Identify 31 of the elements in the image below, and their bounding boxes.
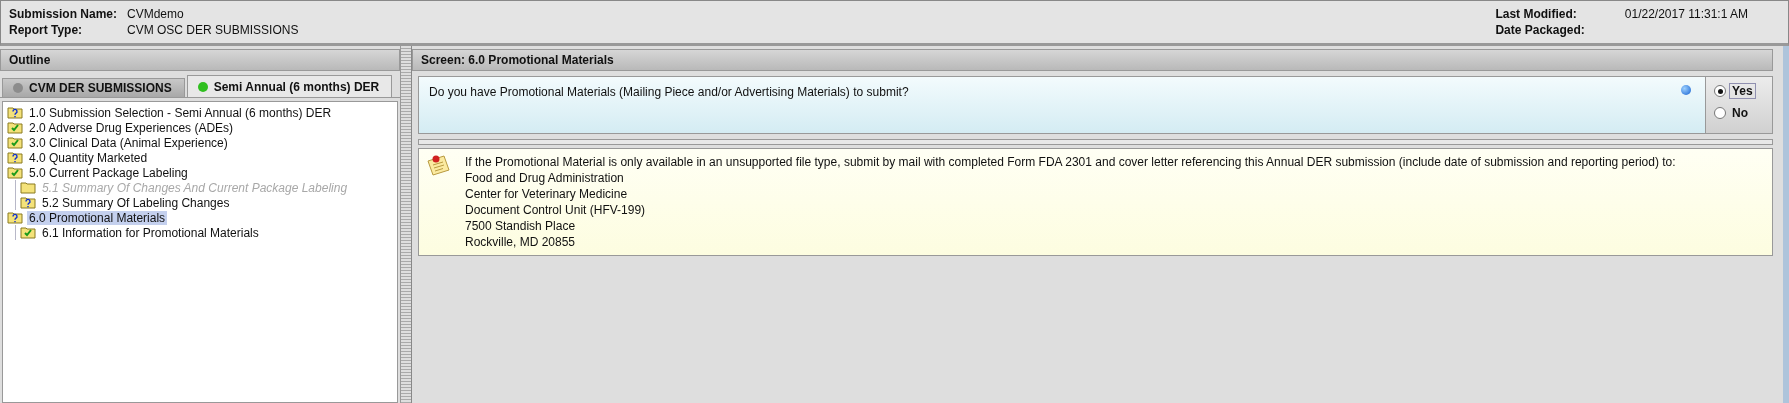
tree-item[interactable]: 4.0 Quantity Marketed (27, 150, 150, 165)
splitter-bar[interactable] (401, 46, 412, 403)
note-line: Document Control Unit (HFV-199) (465, 203, 647, 217)
note-pin-icon (425, 153, 451, 177)
tree-item[interactable]: 3.0 Clinical Data (Animal Experience) (27, 135, 230, 150)
question-text: Do you have Promotional Materials (Mailing Piece and/or Advertising Materials) to submit? (429, 85, 909, 101)
field-value: CVM OSC DER SUBMISSIONS (127, 23, 299, 37)
radio-option[interactable]: Yes (1714, 83, 1772, 99)
panel-title: Screen: 6.0 Promotional Materials (412, 49, 1773, 71)
tree-item[interactable]: 1.0 Submission Selection - Semi Annual (6 months) DER (27, 105, 334, 120)
tree-item[interactable]: 6.1 Information for Promotional Materials (40, 225, 261, 240)
tab[interactable]: CVM DER SUBMISSIONS (2, 78, 185, 97)
field-label: Report Type: (9, 23, 84, 37)
indicator-dot (1681, 85, 1691, 95)
tree-item[interactable]: 5.2 Summary Of Labeling Changes (40, 195, 232, 210)
tree-item[interactable]: 2.0 Adverse Drug Experiences (ADEs) (27, 120, 236, 135)
panel-title: Outline (0, 49, 400, 71)
field-value: 01/22/2017 11:31:1 AM (1624, 7, 1748, 21)
tree-item[interactable]: 6.0 Promotional Materials (27, 210, 168, 225)
note-line: If the Promotional Material is only available in an unsupported file type, submit by mail with completed Form FDA 2301 and cover letter referencing this Annual DER submission (include date of submission and reporting period) to: (465, 155, 1676, 169)
note-line: Food and Drug Administration (465, 171, 625, 185)
note-line: Rockville, MD 20855 (465, 235, 577, 249)
field-label: Last Modified: (1495, 7, 1578, 21)
tab[interactable]: Semi Annual (6 months) DER (186, 75, 393, 97)
field-value: CVMdemo (127, 7, 185, 21)
field-label: Date Packaged: (1495, 23, 1585, 37)
field-label: Submission Name: (9, 7, 118, 21)
radio-option[interactable]: No (1714, 105, 1772, 121)
note-line: 7500 Standish Place (465, 219, 577, 233)
note-line: Center for Veterinary Medicine (465, 187, 629, 201)
tree-item[interactable]: 5.0 Current Package Labeling (27, 165, 190, 180)
